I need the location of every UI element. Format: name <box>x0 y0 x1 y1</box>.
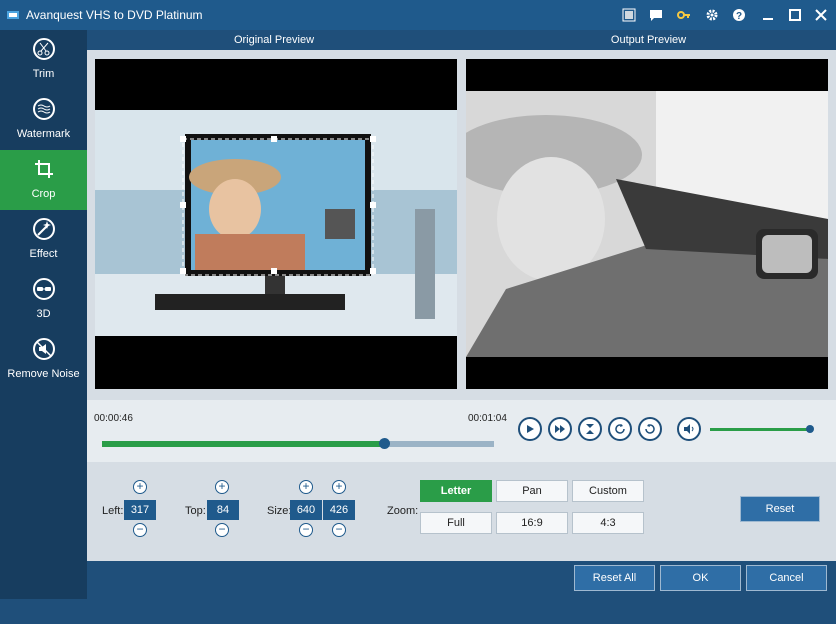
rotate-clockwise-button[interactable] <box>608 417 632 441</box>
seek-handle[interactable] <box>379 438 391 449</box>
left-label: Left: <box>102 505 124 517</box>
left-value[interactable]: 317 <box>124 500 156 520</box>
seek-progress <box>102 441 385 447</box>
seek-slider[interactable] <box>102 438 494 449</box>
current-time: 00:00:46 <box>94 413 133 424</box>
sidebar: Trim Watermark Crop Effect 3D Remove Noi… <box>0 30 87 599</box>
sidebar-item-crop[interactable]: Crop <box>0 150 87 210</box>
app-icon <box>7 11 19 19</box>
reset-button[interactable]: Reset <box>740 496 820 522</box>
play-button[interactable] <box>518 417 542 441</box>
key-icon[interactable] <box>673 4 695 26</box>
top-value[interactable]: 84 <box>207 500 239 520</box>
reset-all-button[interactable]: Reset All <box>574 565 655 591</box>
zoom-4-3-button[interactable]: 4:3 <box>572 512 644 534</box>
dialog-footer: Reset All OK Cancel <box>87 561 836 599</box>
sidebar-item-label: Effect <box>29 248 58 260</box>
minimize-icon[interactable] <box>757 4 779 26</box>
zoom-full-button[interactable]: Full <box>420 512 492 534</box>
output-preview <box>466 59 828 389</box>
main-panel: Original Preview Output Preview 00:00:46… <box>87 30 836 561</box>
width-decrease-button[interactable]: − <box>299 523 313 537</box>
zoom-pan-button[interactable]: Pan <box>496 480 568 502</box>
sidebar-item-remove-noise[interactable]: Remove Noise <box>0 330 87 390</box>
message-icon[interactable] <box>645 4 667 26</box>
original-video-frame <box>95 59 457 389</box>
sidebar-item-effect[interactable]: Effect <box>0 210 87 270</box>
height-value[interactable]: 426 <box>323 500 355 520</box>
original-preview <box>95 59 457 389</box>
zoom-16-9-button[interactable]: 16:9 <box>496 512 568 534</box>
sidebar-item-label: Trim <box>32 68 55 80</box>
sidebar-item-trim[interactable]: Trim <box>0 30 87 90</box>
cancel-button[interactable]: Cancel <box>746 565 827 591</box>
sidebar-item-watermark[interactable]: Watermark <box>0 90 87 150</box>
scissors-icon <box>33 38 55 60</box>
maximize-icon[interactable] <box>784 4 806 26</box>
top-label: Top: <box>185 505 206 517</box>
output-video-frame <box>466 59 828 389</box>
watermark-icon <box>33 98 55 120</box>
sidebar-item-label: Crop <box>31 188 56 200</box>
original-preview-label: Original Preview <box>87 30 461 50</box>
effect-icon <box>33 218 55 240</box>
media-icon[interactable] <box>618 4 640 26</box>
volume-slider[interactable] <box>710 428 810 431</box>
zoom-custom-button[interactable]: Custom <box>572 480 644 502</box>
3d-glasses-icon <box>33 278 55 300</box>
total-time: 00:01:04 <box>468 413 507 424</box>
title-bar: Avanquest VHS to DVD Platinum ? <box>0 0 836 30</box>
crop-icon <box>33 158 55 180</box>
height-increase-button[interactable]: + <box>332 480 346 494</box>
height-decrease-button[interactable]: − <box>332 523 346 537</box>
playback-bar: 00:00:46 00:01:04 <box>87 400 836 462</box>
top-decrease-button[interactable]: − <box>215 523 229 537</box>
volume-icon[interactable] <box>677 417 701 441</box>
volume-handle[interactable] <box>806 425 814 433</box>
svg-text:?: ? <box>736 11 742 22</box>
sidebar-item-label: Watermark <box>16 128 71 140</box>
next-frame-button[interactable] <box>548 417 572 441</box>
output-preview-label: Output Preview <box>461 30 836 50</box>
sidebar-item-3d[interactable]: 3D <box>0 270 87 330</box>
remove-noise-icon <box>33 338 55 360</box>
ok-button[interactable]: OK <box>660 565 741 591</box>
crop-settings: Left: + 317 − Top: + 84 − Size: + 640 − … <box>87 462 836 561</box>
sidebar-item-label: Remove Noise <box>7 368 80 380</box>
rotate-counterclockwise-button[interactable] <box>638 417 662 441</box>
width-increase-button[interactable]: + <box>299 480 313 494</box>
sidebar-item-label: 3D <box>36 308 51 320</box>
help-icon[interactable]: ? <box>728 4 750 26</box>
width-value[interactable]: 640 <box>290 500 322 520</box>
close-icon[interactable] <box>810 4 832 26</box>
size-label: Size: <box>267 505 292 517</box>
flip-vertical-button[interactable] <box>578 417 602 441</box>
gear-icon[interactable] <box>701 4 723 26</box>
left-decrease-button[interactable]: − <box>133 523 147 537</box>
left-increase-button[interactable]: + <box>133 480 147 494</box>
window-title: Avanquest VHS to DVD Platinum <box>26 8 203 22</box>
zoom-letter-button[interactable]: Letter <box>420 480 492 502</box>
top-increase-button[interactable]: + <box>215 480 229 494</box>
zoom-label: Zoom: <box>387 505 419 517</box>
